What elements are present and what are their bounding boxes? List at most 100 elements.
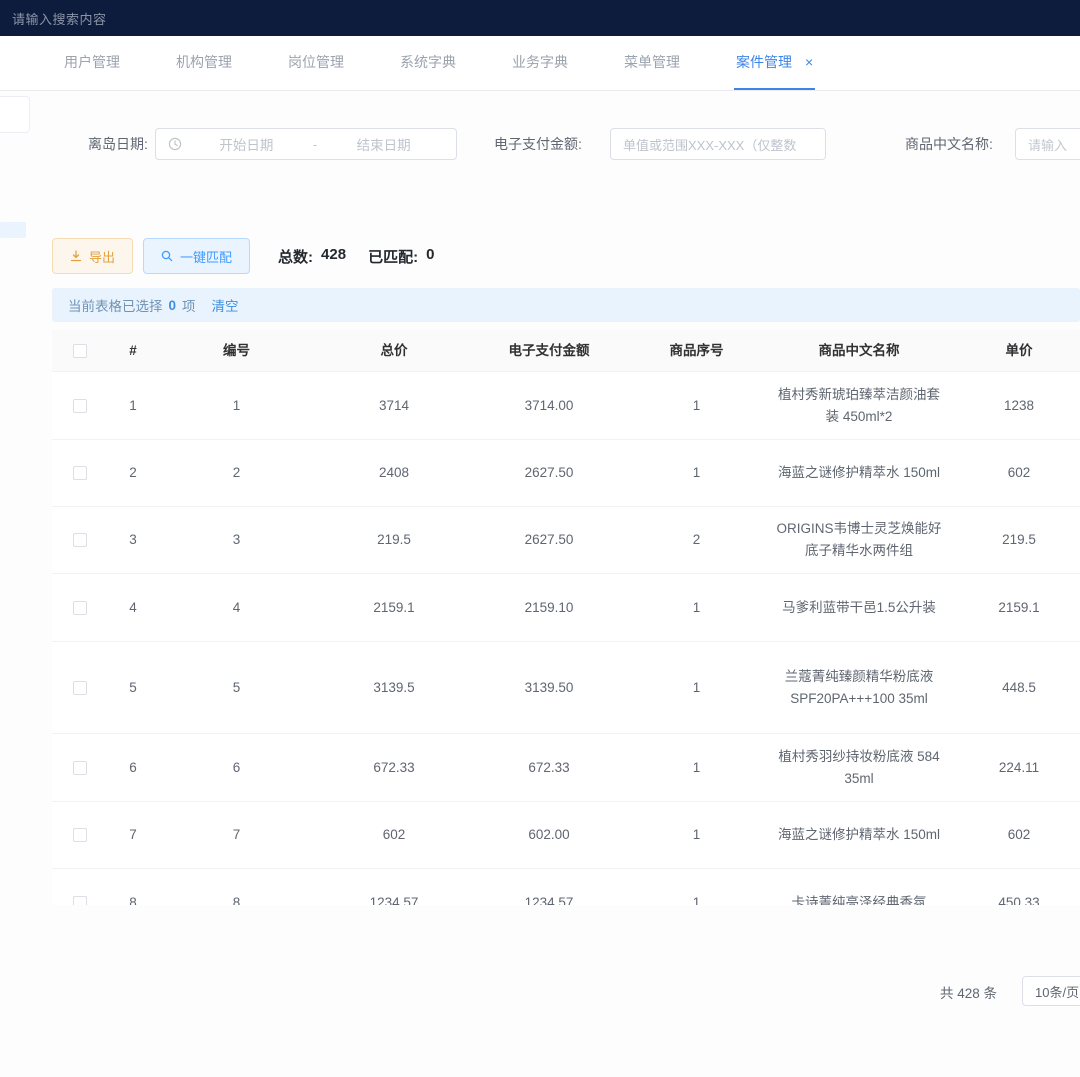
cell-epay: 3714.00: [474, 385, 624, 427]
row-checkbox-cell: [52, 591, 107, 625]
row-checkbox[interactable]: [73, 681, 87, 695]
cell-unit-price: 602: [949, 814, 1080, 856]
tab-close-icon[interactable]: ×: [805, 55, 813, 69]
row-checkbox[interactable]: [73, 761, 87, 775]
product-name-input[interactable]: 请输入: [1015, 128, 1080, 160]
col-header-index: #: [107, 330, 159, 372]
cell-seq: 1: [624, 747, 769, 789]
tab-菜单管理[interactable]: 菜单管理: [622, 36, 682, 90]
table-row: 3 3 219.5 2627.50 2 ORIGINS韦博士灵芝焕能好底子精华水…: [52, 507, 1080, 574]
cell-index: 3: [107, 519, 159, 561]
table-row: 2 2 2408 2627.50 1 海蓝之谜修护精萃水 150ml 602: [52, 440, 1080, 507]
cell-code: 1: [159, 385, 314, 427]
filter-row: 离岛日期: 开始日期 - 结束日期 电子支付金额: 单值或范围XXX-XXX（仅…: [0, 128, 1080, 160]
select-all-cell: [52, 334, 107, 368]
tab-用户管理[interactable]: 用户管理: [62, 36, 122, 90]
selection-count: 0: [169, 298, 177, 313]
end-date-input[interactable]: 结束日期: [323, 134, 444, 154]
cell-seq: 1: [624, 452, 769, 494]
row-checkbox-cell: [52, 456, 107, 490]
matched-value: 0: [426, 246, 434, 267]
cell-product-name: 植村秀羽纱持妆粉底液 584 35ml: [769, 736, 949, 800]
amount-filter-label: 电子支付金额:: [494, 128, 582, 160]
cell-index: 5: [107, 667, 159, 709]
cell-code: 4: [159, 587, 314, 629]
tab-bar: 用户管理 机构管理 岗位管理 系统字典 业务字典 菜单管理 案件管理 ×: [0, 36, 1080, 91]
row-checkbox-cell: [52, 886, 107, 906]
row-checkbox-cell: [52, 389, 107, 423]
tab-系统字典[interactable]: 系统字典: [398, 36, 458, 90]
col-header-total: 总价: [314, 330, 474, 372]
row-checkbox-cell: [52, 751, 107, 785]
tab-label: 机构管理: [176, 52, 232, 72]
tab-业务字典[interactable]: 业务字典: [510, 36, 570, 90]
cell-seq: 1: [624, 667, 769, 709]
row-checkbox[interactable]: [73, 466, 87, 480]
global-search-input[interactable]: 请输入搜索内容: [12, 9, 107, 28]
cell-code: 3: [159, 519, 314, 561]
cell-total: 2408: [314, 452, 474, 494]
one-click-match-button[interactable]: 一键匹配: [143, 238, 250, 274]
cell-code: 2: [159, 452, 314, 494]
search-icon: [161, 250, 173, 262]
export-button-label: 导出: [89, 247, 115, 266]
row-checkbox[interactable]: [73, 896, 87, 906]
cell-product-name: 马爹利蓝带干邑1.5公升装: [769, 587, 949, 629]
total-label: 总数:: [278, 246, 313, 267]
tab-label: 业务字典: [512, 52, 568, 72]
toolbar: 导出 一键匹配 总数: 428 已匹配: 0: [52, 238, 434, 274]
tab-label: 岗位管理: [288, 52, 344, 72]
cell-unit-price: 219.5: [949, 519, 1080, 561]
cell-index: 8: [107, 882, 159, 906]
page-size-value: 10条/页: [1035, 982, 1079, 1001]
tab-机构管理[interactable]: 机构管理: [174, 36, 234, 90]
amount-input[interactable]: 单值或范围XXX-XXX（仅整数: [610, 128, 826, 160]
tab-label: 案件管理: [736, 52, 792, 72]
date-range-input[interactable]: 开始日期 - 结束日期: [155, 128, 457, 160]
cell-unit-price: 2159.1: [949, 587, 1080, 629]
table-row: 8 8 1234.57 1234.57 1 卡诗菁纯亮泽经典香氛 450.33: [52, 869, 1080, 905]
select-all-checkbox[interactable]: [73, 344, 87, 358]
cell-total: 219.5: [314, 519, 474, 561]
export-button[interactable]: 导出: [52, 238, 133, 274]
table-row: 5 5 3139.5 3139.50 1 兰蔻菁纯臻颜精华粉底液SPF20PA+…: [52, 642, 1080, 734]
cell-epay: 672.33: [474, 747, 624, 789]
cell-product-name: 兰蔻菁纯臻颜精华粉底液SPF20PA+++100 35ml: [769, 656, 949, 720]
col-header-epay: 电子支付金额: [474, 330, 624, 372]
clear-selection-link[interactable]: 清空: [212, 295, 239, 315]
cell-epay: 1234.57: [474, 882, 624, 906]
cell-code: 8: [159, 882, 314, 906]
match-button-label: 一键匹配: [180, 247, 232, 266]
tab-案件管理[interactable]: 案件管理 ×: [734, 36, 815, 90]
row-checkbox[interactable]: [73, 399, 87, 413]
page-size-select[interactable]: 10条/页: [1022, 976, 1080, 1006]
cell-code: 7: [159, 814, 314, 856]
col-header-code: 编号: [159, 330, 314, 372]
top-navbar: 请输入搜索内容: [0, 0, 1080, 36]
row-checkbox[interactable]: [73, 601, 87, 615]
clock-icon: [168, 137, 182, 151]
cell-index: 6: [107, 747, 159, 789]
date-separator: -: [307, 137, 323, 152]
tab-岗位管理[interactable]: 岗位管理: [286, 36, 346, 90]
row-checkbox-cell: [52, 818, 107, 852]
cell-unit-price: 602: [949, 452, 1080, 494]
product-placeholder: 请输入: [1028, 135, 1067, 154]
cell-product-name: 海蓝之谜修护精萃水 150ml: [769, 452, 949, 494]
cell-product-name: 海蓝之谜修护精萃水 150ml: [769, 814, 949, 856]
cell-seq: 1: [624, 385, 769, 427]
selection-suffix: 项: [182, 295, 196, 315]
row-checkbox[interactable]: [73, 533, 87, 547]
start-date-input[interactable]: 开始日期: [186, 134, 307, 154]
total-value: 428: [321, 246, 346, 267]
cell-epay: 2627.50: [474, 452, 624, 494]
table-row: 4 4 2159.1 2159.10 1 马爹利蓝带干邑1.5公升装 2159.…: [52, 574, 1080, 642]
cell-seq: 1: [624, 587, 769, 629]
selection-info-bar: 当前表格已选择 0 项 清空: [52, 288, 1080, 322]
cell-index: 1: [107, 385, 159, 427]
product-filter-label: 商品中文名称:: [905, 128, 993, 160]
tab-label: 系统字典: [400, 52, 456, 72]
row-checkbox[interactable]: [73, 828, 87, 842]
cell-epay: 602.00: [474, 814, 624, 856]
cell-epay: 2627.50: [474, 519, 624, 561]
